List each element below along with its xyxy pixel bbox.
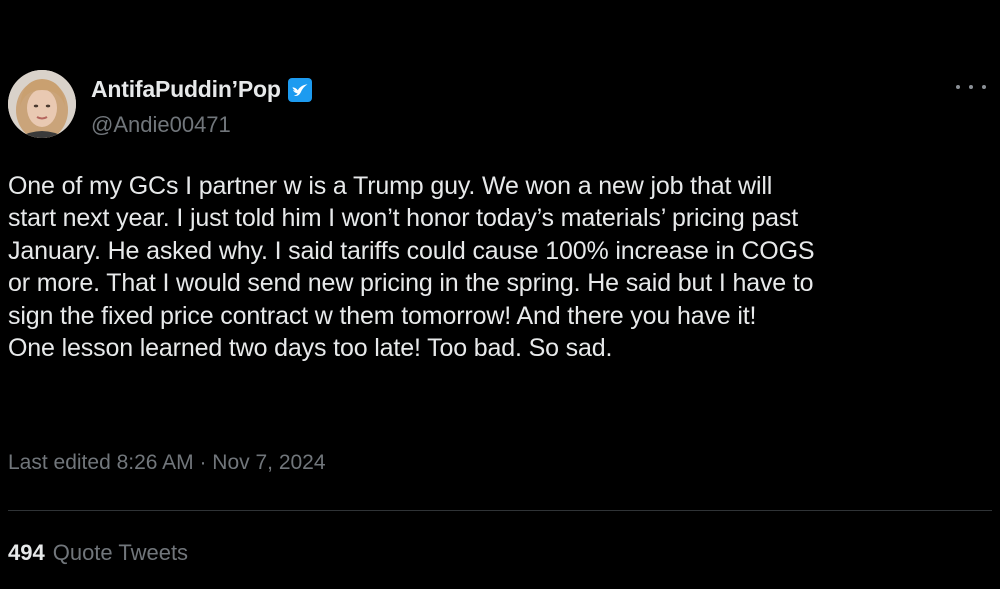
user-handle[interactable]: @Andie00471 [91,112,231,138]
verified-badge-icon [287,77,313,103]
quote-count: 494 [8,540,45,565]
quote-tweets-stat[interactable]: 494 Quote Tweets [8,540,188,566]
avatar-image [8,70,76,138]
tweet-card: AntifaPuddin’Pop @Andie00471 One of my G… [0,0,1000,589]
quote-label: Quote Tweets [52,540,189,565]
divider [8,510,992,511]
dot-icon [969,85,973,89]
dot-icon [956,85,960,89]
more-options-icon[interactable] [956,80,986,94]
profile-avatar[interactable] [8,70,76,138]
tweet-body-text: One of my GCs I partner w is a Trump guy… [8,172,815,363]
display-name[interactable]: AntifaPuddin’Pop [91,76,281,103]
tweet-timestamp[interactable]: Last edited 8:26 AM · Nov 7, 2024 [8,451,326,475]
dot-icon [982,85,986,89]
author-name-row: AntifaPuddin’Pop [91,76,313,103]
